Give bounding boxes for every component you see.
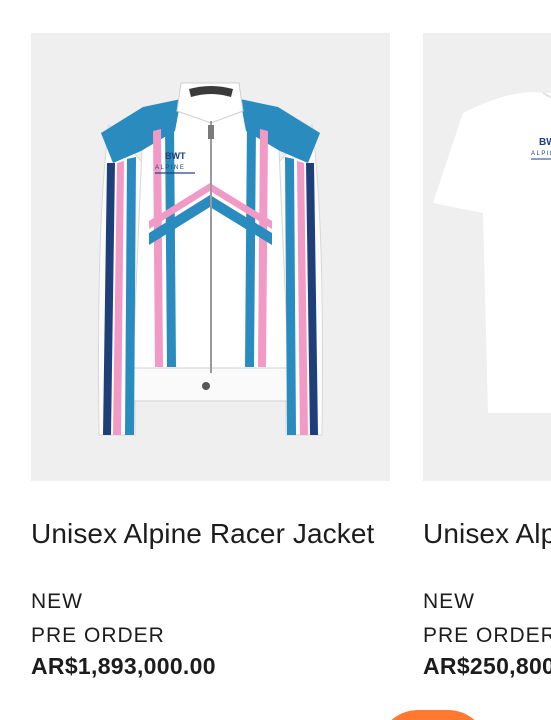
svg-text:BWT: BWT (539, 137, 551, 148)
floating-action-button[interactable] (378, 710, 488, 720)
product-image-tshirt[interactable]: BWT ALPINE (423, 33, 551, 481)
product-card-tshirt[interactable]: BWT ALPINE Unisex Alpine Racer Jacket NE… (423, 33, 551, 680)
product-price: AR$250,800.00 (423, 653, 551, 679)
product-name[interactable]: Unisex Alpine Racer Jacket (423, 517, 551, 551)
svg-text:BWT: BWT (165, 151, 186, 161)
preorder-badge: PRE ORDER (423, 624, 551, 647)
new-badge: NEW (31, 590, 83, 613)
svg-text:ALPINE: ALPINE (155, 165, 185, 171)
product-track: BWT ALPINE Unisex Alpine Racer Jacket NE… (31, 33, 551, 680)
product-card-racer-jacket[interactable]: BWT ALPINE Unisex Alpine Racer Jacket NE… (31, 33, 390, 680)
tshirt-illustration: BWT ALPINE (433, 92, 551, 413)
product-name[interactable]: Unisex Alpine Racer Jacket (31, 517, 390, 551)
preorder-badge: PRE ORDER (31, 624, 165, 647)
jacket-illustration: BWT ALPINE (97, 82, 324, 436)
new-badge: NEW (423, 590, 475, 613)
product-image-racer-jacket[interactable]: BWT ALPINE (31, 33, 390, 481)
product-carousel: BWT ALPINE Unisex Alpine Racer Jacket NE… (0, 0, 551, 720)
product-price: AR$1,893,000.00 (31, 653, 216, 679)
svg-text:ALPINE: ALPINE (531, 151, 551, 157)
